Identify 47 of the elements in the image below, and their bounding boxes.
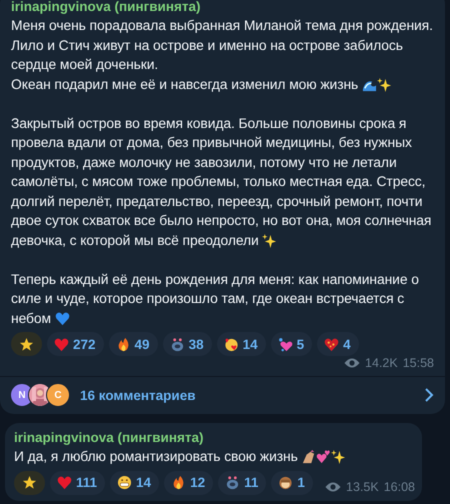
grinning-face-icon (117, 475, 132, 490)
hearts-icon (278, 336, 293, 352)
reaction-button[interactable]: 272 (47, 332, 104, 356)
reaction-button[interactable] (14, 470, 45, 494)
reaction-button[interactable]: 12 (164, 470, 214, 494)
message-text: И да, я люблю романтизировать свою жизнь (14, 447, 415, 466)
star-icon (19, 336, 34, 352)
message-time: 16:08 (384, 480, 415, 494)
sparkles-icon (376, 76, 392, 92)
author-name[interactable]: irinapingvinova (пингвинята) (11, 0, 200, 14)
reaction-button[interactable]: 5 (270, 332, 312, 356)
message-time: 15:58 (402, 356, 434, 370)
eye-icon (344, 357, 360, 369)
reaction-button[interactable]: 11 (218, 470, 266, 494)
reaction-button[interactable]: 14 (216, 332, 266, 356)
hand-icon (301, 449, 316, 464)
message-text: Закрытый остров во время ковида. Больше половины срока я провела вдали от дома, без привычной медицины, без нужных продуктов, даже молочку не завозили, потому что не летали самолёты, с мясом тоже проблемы, только местная еда. Стресс, долгий перелёт, предательство, переезд, срочный ремонт, почти двое суток схваток все было непросто, но вот она, моя солнечная девочка, с которой мы всё преодолели (11, 114, 432, 250)
eye-icon (325, 480, 342, 492)
heart-icon (54, 336, 69, 352)
creature-icon (170, 336, 185, 352)
reaction-button[interactable]: 1 (271, 470, 313, 494)
chevron-right-icon[interactable] (424, 387, 434, 403)
star-icon (22, 475, 37, 490)
sparkles-icon (262, 232, 278, 248)
author-name[interactable]: irinapingvinova (пингвинята) (14, 430, 204, 445)
fire-icon (116, 336, 131, 352)
reaction-button[interactable]: 14 (110, 470, 160, 494)
hearts-icon (316, 449, 332, 464)
reaction-button[interactable] (11, 332, 42, 356)
heart-icon (57, 475, 72, 490)
reaction-button[interactable]: 111 (50, 470, 106, 494)
comments-link[interactable]: 16 комментариев (80, 388, 424, 402)
heart-icon (54, 310, 70, 326)
heart-icon (324, 336, 340, 352)
monkey-icon (278, 475, 294, 490)
sparkles-icon (331, 449, 346, 464)
kissing-face-icon (224, 336, 239, 352)
reaction-button[interactable]: 38 (162, 332, 212, 356)
fire-icon (171, 475, 186, 490)
message-text: Меня очень порадовала выбранная Миланой тема дня рождения. Лило и Стич живут на острове и именно на острове забилось сердце моей доченьки. Океан подарил мне её и навсегда изменил мою жизнь (11, 16, 434, 94)
reaction-button[interactable]: 4 (317, 332, 359, 356)
view-count: 13.5K (346, 480, 379, 494)
message-text: Теперь каждый её день рождения для меня: как напоминание о силе и чуде, которое произошло там, где океан встречается с небом (11, 270, 420, 328)
reaction-button[interactable]: 49 (108, 332, 158, 356)
avatar: C (46, 383, 70, 407)
view-count: 14.2K (365, 356, 398, 370)
creature-icon (225, 475, 240, 490)
